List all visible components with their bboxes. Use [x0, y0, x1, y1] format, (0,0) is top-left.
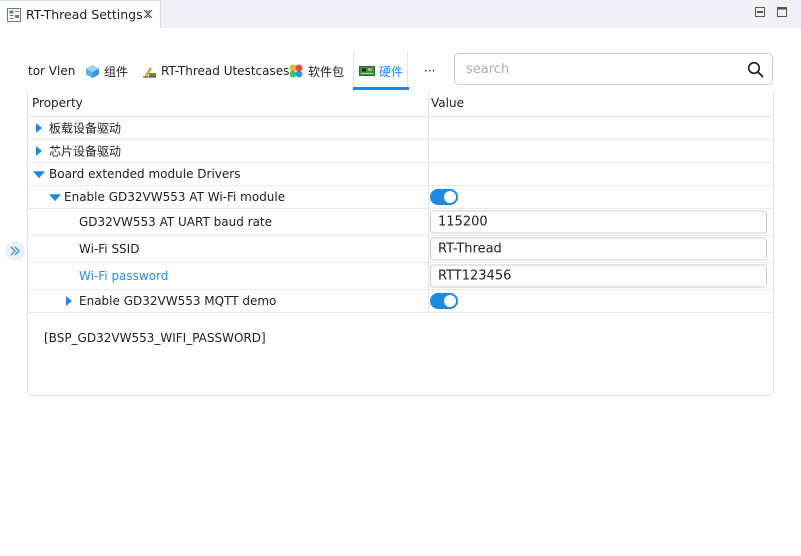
tab-hardware[interactable]: 硬件	[353, 52, 410, 90]
tab-generator-vlen[interactable]: tor Vlen	[28, 52, 75, 90]
toggle-knob	[444, 295, 456, 307]
table-row[interactable]: 芯片设备驱动	[28, 140, 773, 163]
editor-tab-title: RT-Thread Settings	[26, 7, 143, 22]
tab-label: 组件	[104, 64, 129, 79]
wifi-ssid-input[interactable]: RT-Thread	[430, 237, 767, 261]
expand-arrow-icon[interactable]	[36, 123, 42, 133]
wifi-password-input[interactable]: RTT123456	[430, 264, 767, 288]
row-label: Board extended module Drivers	[49, 167, 241, 181]
search-icon[interactable]	[747, 61, 764, 78]
column-header-label: Property	[32, 96, 83, 110]
more-icon: ···	[424, 64, 436, 78]
expand-arrow-icon[interactable]	[36, 146, 42, 156]
row-label: Wi-Fi SSID	[79, 242, 140, 256]
search-input[interactable]: search	[454, 53, 773, 85]
hardware-board-icon	[359, 66, 375, 76]
column-header-property[interactable]: Property	[28, 91, 428, 117]
table-row[interactable]: 板载设备驱动	[28, 117, 773, 140]
row-label: 芯片设备驱动	[49, 144, 122, 159]
row-label: 板载设备驱动	[49, 121, 122, 136]
double-chevron-right-icon	[10, 246, 20, 256]
maximize-icon[interactable]	[776, 6, 788, 18]
tab-packages[interactable]: 软件包	[288, 52, 344, 90]
table-row[interactable]: Board extended module Drivers	[28, 163, 773, 186]
cube-icon	[86, 64, 99, 78]
row-label: Enable GD32VW553 MQTT demo	[79, 294, 277, 308]
toggle-knob	[444, 191, 456, 203]
search-placeholder: search	[466, 62, 510, 77]
column-header-label: Value	[431, 96, 464, 110]
table-row[interactable]: Enable GD32VW553 AT Wi-Fi module	[28, 186, 773, 209]
more-tabs-button[interactable]: ···	[424, 52, 435, 90]
mqtt-demo-toggle[interactable]	[430, 293, 458, 309]
table-row[interactable]: Enable GD32VW553 MQTT demo	[28, 290, 773, 313]
editor-tab[interactable]: RT-Thread Settings	[0, 0, 161, 28]
table-row: Wi-Fi password RTT123456	[28, 263, 773, 290]
tab-label: 硬件	[379, 64, 404, 79]
tab-label: 软件包	[308, 64, 345, 79]
active-tab-underline	[353, 87, 410, 90]
tab-components[interactable]: 组件	[85, 52, 128, 90]
expand-side-panel-button[interactable]	[5, 241, 25, 261]
settings-file-icon	[7, 8, 21, 22]
property-table: Property Value 板载设备驱动 芯片设备驱动 Board exten…	[27, 91, 774, 396]
tab-label: tor Vlen	[28, 64, 76, 78]
row-label: GD32VW553 AT UART baud rate	[79, 215, 273, 229]
row-label: Enable GD32VW553 AT Wi-Fi module	[64, 190, 286, 204]
minimize-icon[interactable]	[754, 6, 766, 18]
title-bar: RT-Thread Settings	[0, 0, 801, 28]
table-row: GD32VW553 AT UART baud rate 115200	[28, 209, 773, 236]
column-header-value[interactable]: Value	[429, 91, 773, 117]
wifi-module-toggle[interactable]	[430, 189, 458, 205]
tab-label: RT-Thread Utestcases	[161, 64, 290, 78]
collapse-arrow-icon[interactable]	[49, 194, 61, 202]
tab-utestcases[interactable]: RT-Thread Utestcases	[142, 52, 289, 90]
test-tools-icon	[143, 66, 156, 78]
baud-rate-input[interactable]: 115200	[430, 210, 767, 234]
packages-icon	[289, 64, 303, 78]
collapse-arrow-icon[interactable]	[33, 171, 45, 179]
expand-arrow-icon[interactable]	[66, 296, 72, 306]
property-description: [BSP_GD32VW553_WIFI_PASSWORD]	[44, 331, 266, 345]
close-icon[interactable]	[142, 8, 154, 20]
table-row: Wi-Fi SSID RT-Thread	[28, 236, 773, 263]
row-label: Wi-Fi password	[79, 269, 169, 283]
